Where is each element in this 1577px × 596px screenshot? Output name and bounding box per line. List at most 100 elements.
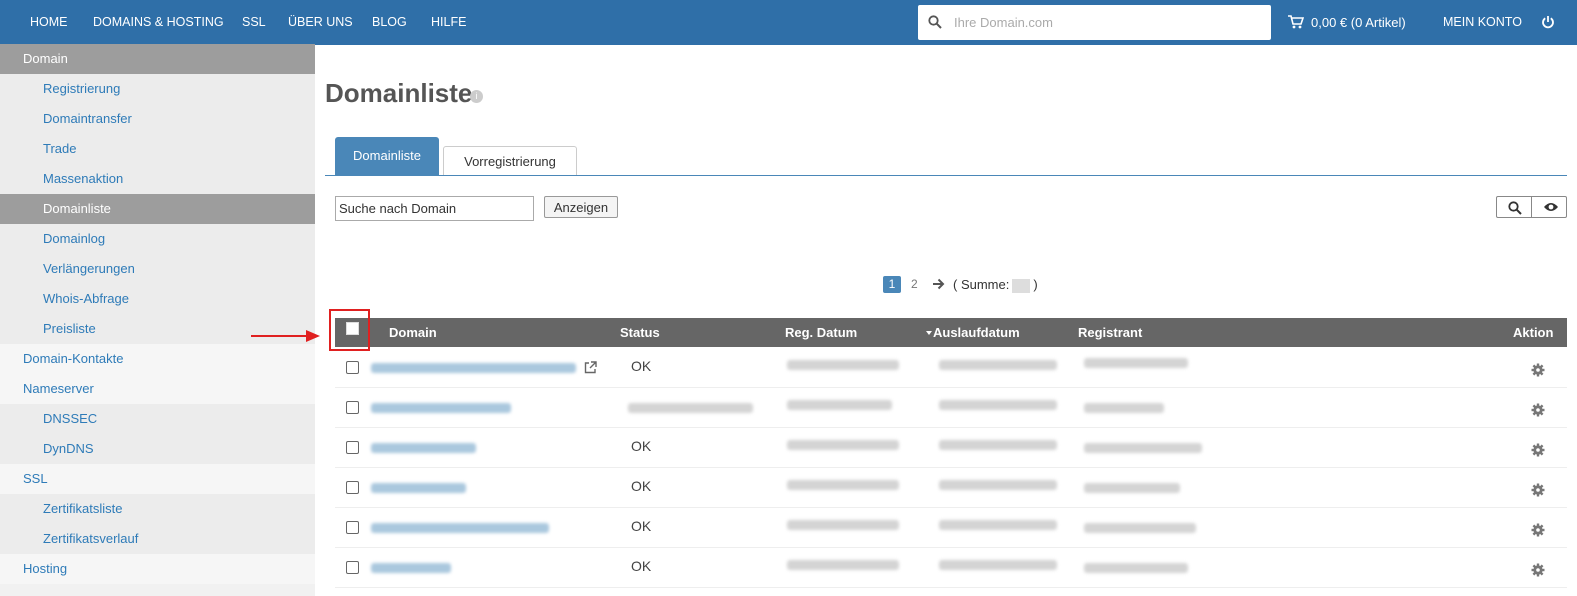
table-row: OK — [335, 428, 1567, 468]
col-domain[interactable]: Domain — [389, 318, 437, 347]
registrant-redacted — [1084, 403, 1164, 413]
row-checkbox[interactable] — [346, 401, 359, 414]
nav-ueber-uns[interactable]: ÜBER UNS — [288, 0, 353, 45]
col-reg-datum[interactable]: Reg. Datum — [785, 318, 857, 347]
reg-date-redacted — [787, 440, 899, 450]
nav-ssl[interactable]: SSL — [242, 0, 266, 45]
header-search-input[interactable] — [954, 5, 1264, 40]
sidebar-item[interactable]: Zertifikatsverlauf — [0, 524, 315, 554]
reg-date-redacted — [787, 560, 899, 570]
arrow-right-icon[interactable] — [932, 278, 945, 290]
nav-domains-hosting[interactable]: DOMAINS & HOSTING — [93, 0, 224, 45]
gear-icon[interactable] — [1531, 363, 1545, 377]
search-icon — [928, 15, 942, 29]
expiry-date-redacted — [939, 480, 1057, 490]
sidebar-item[interactable]: DNSSEC — [0, 404, 315, 434]
tab-vorregistrierung[interactable]: Vorregistrierung — [443, 146, 577, 175]
sidebar-item[interactable]: Preisliste — [0, 314, 315, 344]
power-icon[interactable] — [1541, 15, 1555, 29]
sidebar-item[interactable]: Whois-Abfrage — [0, 284, 315, 314]
sidebar-item[interactable]: Domain-Kontakte — [0, 344, 315, 374]
domain-search-input[interactable] — [335, 196, 534, 221]
reg-date-redacted — [787, 400, 892, 410]
reg-date-redacted — [787, 480, 899, 490]
sum-value-redacted — [1012, 278, 1031, 293]
domain-name-redacted[interactable] — [371, 403, 511, 413]
gear-icon[interactable] — [1531, 563, 1545, 577]
gear-icon[interactable] — [1531, 483, 1545, 497]
sidebar-item[interactable]: Registrierung — [0, 74, 315, 104]
filter-search-button[interactable] — [1496, 196, 1532, 218]
col-auslaufdatum[interactable]: Auslaufdatum — [933, 318, 1020, 347]
col-status[interactable]: Status — [620, 318, 660, 347]
eye-icon — [1544, 203, 1558, 211]
sidebar-item[interactable]: Nameserver — [0, 374, 315, 404]
external-link-icon[interactable] — [584, 361, 597, 374]
sidebar-item[interactable]: SSL — [0, 464, 315, 494]
expiry-date-redacted — [939, 520, 1057, 530]
domain-name-redacted[interactable] — [371, 363, 576, 373]
sidebar-item[interactable]: Zertifikatsliste — [0, 494, 315, 524]
table-header: Domain Status Reg. Datum Auslaufdatum Re… — [335, 318, 1567, 347]
registrant-redacted — [1084, 483, 1180, 493]
gear-icon[interactable] — [1531, 403, 1545, 417]
expiry-date-redacted — [939, 400, 1057, 410]
sidebar-item[interactable]: Domainlog — [0, 224, 315, 254]
domain-name-redacted[interactable] — [371, 443, 476, 453]
nav-home[interactable]: HOME — [30, 0, 68, 45]
status-text: OK — [631, 558, 652, 574]
gear-icon[interactable] — [1531, 523, 1545, 537]
reg-date-redacted — [787, 360, 899, 370]
sidebar-item[interactable]: Domain — [0, 44, 315, 74]
sort-desc-icon — [926, 331, 932, 335]
nav-hilfe[interactable]: HILFE — [431, 0, 466, 45]
sidebar-item[interactable]: Hosting — [0, 554, 315, 584]
tab-domainliste[interactable]: Domainliste — [335, 137, 439, 175]
registrant-redacted — [1084, 358, 1188, 368]
row-checkbox[interactable] — [346, 561, 359, 574]
top-navbar: HOME DOMAINS & HOSTING SSL ÜBER UNS BLOG… — [0, 0, 1577, 45]
row-checkbox[interactable] — [346, 441, 359, 454]
sum-close: ) — [1033, 277, 1038, 292]
column-visibility-button[interactable] — [1531, 196, 1567, 218]
sidebar-item[interactable]: Domaintransfer — [0, 104, 315, 134]
result-sum: ( Summe:) — [953, 277, 1038, 293]
domain-name-redacted[interactable] — [371, 563, 451, 573]
table-row: OK — [335, 468, 1567, 508]
show-button[interactable]: Anzeigen — [544, 196, 618, 218]
expiry-date-redacted — [939, 560, 1057, 570]
page-2-link[interactable]: 2 — [911, 276, 918, 293]
col-registrant[interactable]: Registrant — [1078, 318, 1142, 347]
sidebar-item[interactable]: DynDNS — [0, 434, 315, 464]
status-redacted — [628, 403, 753, 413]
table-row: OK — [335, 348, 1567, 388]
row-checkbox[interactable] — [346, 521, 359, 534]
registrant-redacted — [1084, 563, 1188, 573]
nav-blog[interactable]: BLOG — [372, 0, 407, 45]
row-checkbox[interactable] — [346, 481, 359, 494]
sidebar-item[interactable]: Domainliste — [0, 194, 315, 224]
domain-name-redacted[interactable] — [371, 523, 549, 533]
expiry-date-redacted — [939, 360, 1057, 370]
sidebar-item[interactable]: Verlängerungen — [0, 254, 315, 284]
expiry-date-redacted — [939, 440, 1057, 450]
domain-name-redacted[interactable] — [371, 483, 466, 493]
col-aktion: Aktion — [1513, 325, 1554, 340]
row-checkbox[interactable] — [346, 361, 359, 374]
annotation-arrow — [251, 335, 311, 337]
gear-icon[interactable] — [1531, 443, 1545, 457]
nav-account[interactable]: MEIN KONTO — [1443, 0, 1522, 45]
table-row: OK — [335, 548, 1567, 588]
table-row — [335, 388, 1567, 428]
search-icon — [1508, 201, 1522, 215]
registrant-redacted — [1084, 523, 1196, 533]
reg-date-redacted — [787, 520, 899, 530]
page-1-button[interactable]: 1 — [883, 276, 901, 293]
cart-label: 0,00 € (0 Artikel) — [1311, 15, 1406, 30]
info-icon[interactable]: i — [470, 90, 483, 103]
sidebar-item[interactable]: Massenaktion — [0, 164, 315, 194]
cart-icon — [1288, 15, 1304, 29]
sidebar-item[interactable]: Trade — [0, 134, 315, 164]
table-row: OK — [335, 508, 1567, 548]
header-search — [918, 5, 1271, 40]
